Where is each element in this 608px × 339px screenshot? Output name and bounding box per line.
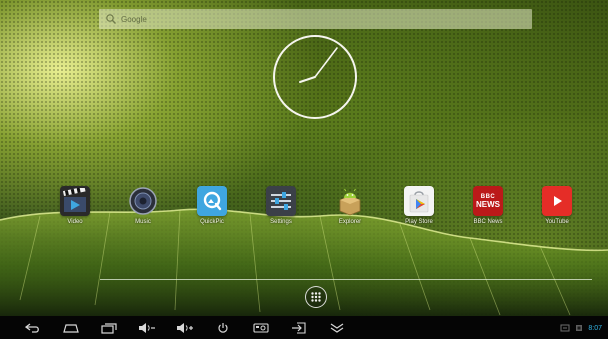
news-logo-text: NEWS [476,199,500,209]
all-apps-button[interactable] [305,286,327,308]
navigation-bar: 8:07 [0,316,608,339]
screenshot-button[interactable] [248,320,274,336]
app-label: Music [135,219,151,225]
app-music[interactable]: Music [115,186,171,232]
search-icon [106,14,116,24]
search-bar[interactable]: Google [99,9,532,29]
app-grid-icon [311,292,321,302]
input-source-icon [292,322,306,334]
ethernet-icon [576,325,583,331]
app-explorer[interactable]: Explorer [322,186,378,232]
home-divider [100,279,592,280]
home-screen: Google Video Music QuickPic Settings Exp… [0,0,608,339]
speaker-icon [128,186,158,216]
volume-up-button[interactable] [172,320,198,336]
chevron-down-icon [330,323,344,333]
app-play-store[interactable]: Play Store [391,186,447,232]
app-label: Explorer [338,219,362,225]
recent-apps-button[interactable] [96,320,122,336]
bbc-news-icon: BBC NEWS [473,186,503,216]
home-button[interactable] [58,320,84,336]
back-arrow-icon [25,323,39,333]
hide-bar-button[interactable] [324,320,350,336]
status-area[interactable]: 8:07 [560,320,602,336]
analog-clock-widget[interactable] [271,33,359,121]
app-quickpic[interactable]: QuickPic [184,186,240,232]
app-settings[interactable]: Settings [253,186,309,232]
search-placeholder: Google [121,14,147,24]
app-bbc-news[interactable]: BBC NEWS BBC News [460,186,516,232]
youtube-play-icon [542,186,572,216]
play-store-bag-icon [404,186,434,216]
power-icon [218,323,228,333]
app-label: BBC News [473,219,503,225]
clapperboard-icon [60,186,90,216]
app-label: Video [67,219,83,225]
settings-sliders-icon [266,186,296,216]
screenshot-icon [253,323,269,333]
app-label: Settings [270,219,292,225]
quickpic-icon [197,186,227,216]
notification-icon [560,324,570,332]
app-label: QuickPic [200,219,224,225]
volume-down-button[interactable] [134,320,160,336]
app-label: YouTube [545,219,569,225]
volume-down-icon [139,323,155,333]
back-button[interactable] [20,320,46,336]
volume-up-icon [177,323,193,333]
status-time: 8:07 [588,324,602,332]
home-icon [63,324,79,333]
input-source-button[interactable] [286,320,312,336]
app-video[interactable]: Video [47,186,103,232]
app-youtube[interactable]: YouTube [529,186,585,232]
android-package-icon [335,186,365,216]
app-label: Play Store [405,219,433,225]
recent-apps-icon [101,323,117,334]
power-button[interactable] [210,320,236,336]
